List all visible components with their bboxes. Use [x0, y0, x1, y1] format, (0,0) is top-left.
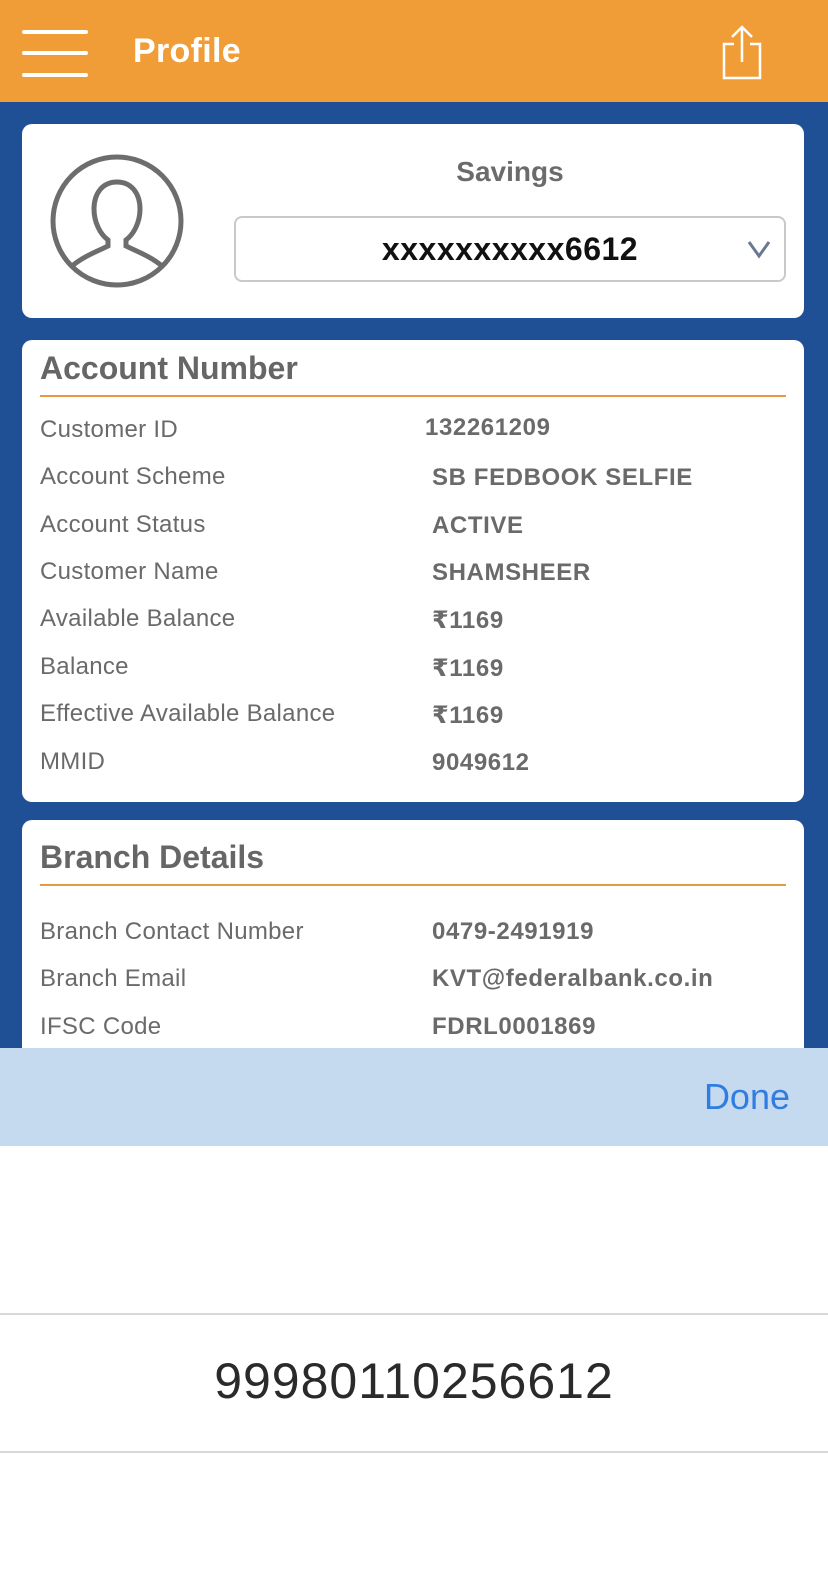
picker-selection-bottom-line — [0, 1451, 828, 1453]
account-details-card: Account Number Customer ID 132261209 Acc… — [22, 340, 804, 802]
profile-card: Savings xxxxxxxxxx6612 — [22, 124, 804, 318]
selected-account-number: xxxxxxxxxx6612 — [381, 231, 639, 267]
row-label-account-status: Account Status — [40, 511, 206, 538]
account-selector[interactable]: xxxxxxxxxx6612 — [234, 216, 786, 282]
page-title: Profile — [133, 32, 241, 70]
row-label-mmid: MMID — [40, 748, 106, 775]
row-label-customer-name: Customer Name — [40, 558, 219, 585]
app-header: Profile — [0, 0, 828, 102]
row-value-customer-id: 132261209 — [425, 414, 551, 441]
row-label-branch-email: Branch Email — [40, 965, 187, 992]
share-icon[interactable] — [718, 24, 766, 82]
row-value-ifsc-code: FDRL0001869 — [432, 1013, 597, 1040]
picker-selection-top-line — [0, 1313, 828, 1315]
row-value-branch-email: KVT@federalbank.co.in — [432, 965, 714, 992]
row-label-ifsc-code: IFSC Code — [40, 1013, 162, 1040]
branch-details-card: Branch Details Branch Contact Number 047… — [22, 820, 804, 1060]
account-section-title: Account Number — [40, 350, 298, 386]
row-value-balance: ₹1169 — [432, 655, 504, 682]
avatar-icon — [50, 154, 184, 288]
section-divider — [40, 884, 786, 886]
picker-selected-value[interactable]: 99980110256612 — [0, 1352, 828, 1410]
row-label-account-scheme: Account Scheme — [40, 463, 226, 490]
account-type-label: Savings — [456, 156, 564, 187]
row-label-effective-available-balance: Effective Available Balance — [40, 700, 336, 727]
section-divider — [40, 395, 786, 397]
branch-section-title: Branch Details — [40, 839, 265, 875]
row-value-customer-name: SHAMSHEER — [432, 559, 591, 586]
chevron-down-icon — [746, 238, 772, 260]
row-value-branch-contact: 0479-2491919 — [432, 918, 595, 945]
done-button[interactable]: Done — [704, 1076, 790, 1118]
row-value-mmid: 9049612 — [432, 749, 530, 776]
row-value-account-scheme: SB FEDBOOK SELFIE — [432, 464, 693, 491]
row-label-customer-id: Customer ID — [40, 416, 178, 443]
row-label-balance: Balance — [40, 653, 129, 680]
row-label-available-balance: Available Balance — [40, 605, 236, 632]
row-value-account-status: ACTIVE — [432, 512, 524, 539]
row-value-effective-available-balance: ₹1169 — [432, 702, 504, 729]
hamburger-menu-icon[interactable] — [22, 30, 88, 78]
row-label-branch-contact: Branch Contact Number — [40, 918, 304, 945]
row-value-available-balance: ₹1169 — [432, 607, 504, 634]
picker-toolbar: Done — [0, 1048, 828, 1146]
